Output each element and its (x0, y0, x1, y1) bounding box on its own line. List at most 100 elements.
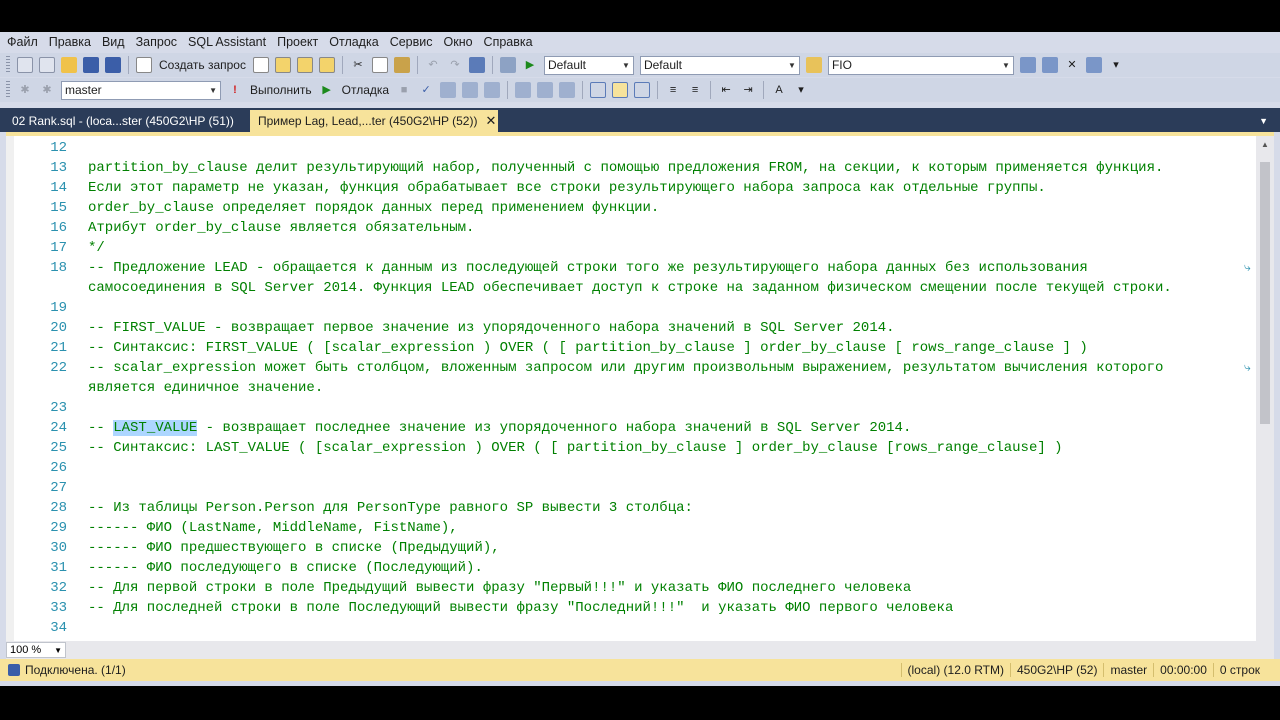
display-plan-icon[interactable] (440, 82, 457, 98)
parse-icon[interactable]: ✓ (418, 82, 434, 98)
code-line[interactable]: 29 ------ ФИО (LastName, MiddleName, Fist… (6, 518, 1254, 538)
object-explorer-icon[interactable] (1041, 57, 1058, 73)
vertical-scrollbar[interactable]: ▲ ▼ (1256, 136, 1274, 660)
save-icon[interactable] (83, 57, 99, 73)
code-line[interactable]: 21 -- Синтаксис: FIRST_VALUE ( [scalar_ex… (6, 338, 1254, 358)
menu-project[interactable]: Проект (277, 35, 318, 49)
zoom-select[interactable]: 100 % ▼ (6, 642, 66, 658)
toolbar-options-icon[interactable]: ▾ (1108, 57, 1124, 73)
code-line[interactable]: 34 (6, 618, 1254, 638)
redo-icon[interactable]: ↷ (447, 57, 463, 73)
analysis-query-icon[interactable] (274, 57, 291, 73)
registered-servers-icon[interactable] (1019, 57, 1036, 73)
scroll-thumb[interactable] (1260, 162, 1270, 424)
toolbar-options-icon[interactable]: ▾ (793, 82, 809, 98)
code-area[interactable]: 12 13 partition_by_clause делит результиру… (6, 138, 1254, 654)
comment-icon[interactable]: ≡ (665, 82, 681, 98)
include-plan-icon[interactable] (515, 82, 532, 98)
close-icon[interactable]: ✕ (485, 113, 496, 129)
intellisense-icon[interactable] (484, 82, 501, 98)
navigate-icon[interactable] (468, 57, 485, 73)
undo-icon[interactable]: ↶ (425, 57, 441, 73)
menu-tools[interactable]: Сервис (390, 35, 433, 49)
results-to-grid-icon[interactable] (612, 82, 629, 98)
client-stats-icon[interactable] (559, 82, 576, 98)
menu-view[interactable]: Вид (102, 35, 125, 49)
code-line[interactable]: 12 (6, 138, 1254, 158)
tab-list-dropdown-icon[interactable]: ▼ (1259, 116, 1268, 126)
properties-icon[interactable] (1085, 57, 1102, 73)
query-designer-icon[interactable] (462, 82, 479, 98)
mdx-query-icon[interactable] (296, 57, 313, 73)
results-to-file-icon[interactable] (634, 82, 651, 98)
toolbar-separator (710, 81, 712, 99)
increase-indent-icon[interactable]: ⇥ (740, 82, 756, 98)
start-icon[interactable]: ▶ (522, 57, 538, 73)
xmla-query-icon[interactable] (318, 57, 335, 73)
code-line[interactable]: является единичное значение. (6, 378, 1254, 398)
code-line[interactable]: самосоединения в SQL Server 2014. Функци… (6, 278, 1254, 298)
code-line[interactable]: 15 order_by_clause определяет порядок дан… (6, 198, 1254, 218)
specify-values-icon[interactable]: A (771, 82, 787, 98)
menu-help[interactable]: Справка (484, 35, 533, 49)
decrease-indent-icon[interactable]: ⇤ (718, 82, 734, 98)
code-line[interactable]: 13 partition_by_clause делит результирующ… (6, 158, 1254, 178)
menu-window[interactable]: Окно (444, 35, 473, 49)
code-line[interactable]: 33 -- Для последней строки в поле Последу… (6, 598, 1254, 618)
code-line[interactable]: 30 ------ ФИО предшествующего в списке (П… (6, 538, 1254, 558)
execute-button[interactable]: Выполнить (250, 83, 312, 97)
add-item-icon[interactable] (39, 57, 55, 73)
line-number: 19 (50, 300, 67, 316)
code-line[interactable]: 31 ------ ФИО последующего в списке (Посл… (6, 558, 1254, 578)
results-to-text-icon[interactable] (590, 82, 607, 98)
connection-status: Подключена. (1/1) (25, 663, 126, 677)
menu-file[interactable]: Файл (7, 35, 38, 49)
code-line[interactable]: 28 -- Из таблицы Person.Person для Person… (6, 498, 1254, 518)
code-line[interactable]: 27 (6, 478, 1254, 498)
toolbar-grip[interactable] (6, 81, 10, 99)
platform-select[interactable]: Default ▼ (639, 55, 800, 75)
tab-rank-sql[interactable]: 02 Rank.sql - (loca...ster (450G2\HP (51… (4, 110, 242, 132)
live-stats-icon[interactable] (537, 82, 554, 98)
query-editor[interactable]: 12 13 partition_by_clause делит результиру… (6, 132, 1274, 660)
paste-icon[interactable] (393, 57, 410, 73)
toolbar-grip[interactable] (6, 56, 10, 74)
tab-lag-lead-example[interactable]: Пример Lag, Lead,...ter (450G2\HP (52)) … (250, 110, 498, 132)
open-file-icon[interactable] (61, 57, 77, 73)
code-line[interactable]: 18 -- Предложение LEAD - обращается к дан… (6, 258, 1254, 278)
new-project-icon[interactable] (17, 57, 33, 73)
new-query-button[interactable]: Создать запрос (159, 58, 246, 72)
db-engine-query-icon[interactable] (252, 57, 269, 73)
tools-icon[interactable]: ✕ (1064, 57, 1080, 73)
copy-icon[interactable] (371, 57, 388, 73)
change-connection-icon[interactable]: ✱ (39, 82, 55, 98)
connect-icon[interactable]: ✱ (17, 82, 33, 98)
code-line[interactable]: 22 -- scalar_expression может быть столбц… (6, 358, 1254, 378)
code-line[interactable]: 25 -- Синтаксис: LAST_VALUE ( [scalar_exp… (6, 438, 1254, 458)
uncomment-icon[interactable]: ≡ (687, 82, 703, 98)
find-in-files-icon[interactable] (805, 57, 822, 73)
database-select[interactable]: master ▼ (61, 80, 221, 100)
code-line[interactable]: 14 Если этот параметр не указан, функция … (6, 178, 1254, 198)
code-line[interactable]: 23 (6, 398, 1254, 418)
code-line[interactable]: 24 -- LAST_VALUE - возвращает последнее з… (6, 418, 1254, 438)
deploy-icon[interactable] (499, 57, 516, 73)
menu-query[interactable]: Запрос (136, 35, 177, 49)
solution-config-value: Default (547, 58, 586, 72)
code-line[interactable]: 32 -- Для первой строки в поле Предыдущий… (6, 578, 1254, 598)
debug-button[interactable]: Отладка (342, 83, 389, 97)
menu-sql-assistant[interactable]: SQL Assistant (188, 35, 266, 49)
cancel-query-icon[interactable]: ■ (396, 82, 412, 98)
menu-debug[interactable]: Отладка (329, 35, 378, 49)
scroll-up-icon[interactable]: ▲ (1261, 140, 1269, 149)
code-line[interactable]: 19 (6, 298, 1254, 318)
code-line[interactable]: 20 -- FIRST_VALUE - возвращает первое зна… (6, 318, 1254, 338)
code-line[interactable]: 17 */ (6, 238, 1254, 258)
find-select[interactable]: FIO ▼ (827, 55, 1014, 75)
save-all-icon[interactable] (105, 57, 121, 73)
menu-edit[interactable]: Правка (49, 35, 91, 49)
cut-icon[interactable]: ✂ (350, 57, 366, 73)
code-line[interactable]: 16 Атрибут order_by_clause является обяза… (6, 218, 1254, 238)
solution-config-select[interactable]: Default ▼ (543, 55, 634, 75)
code-line[interactable]: 26 (6, 458, 1254, 478)
